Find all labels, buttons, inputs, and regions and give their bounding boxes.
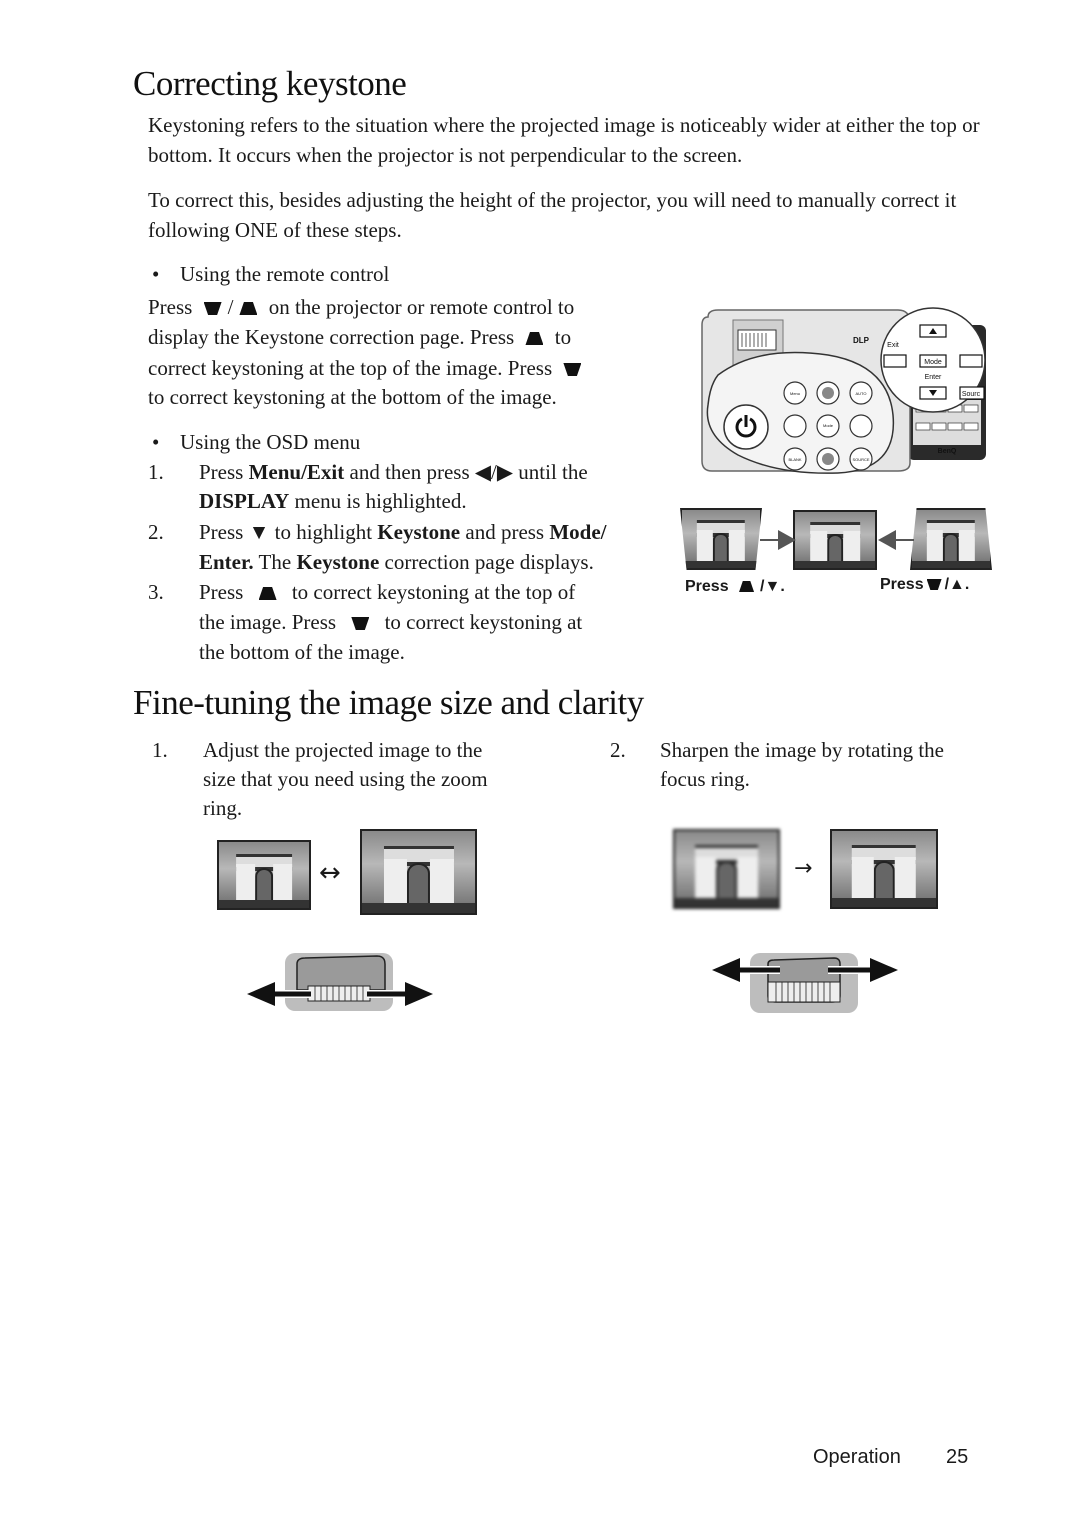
- zoom-step-line-2: size that you need using the zoom: [203, 767, 488, 791]
- remote-line-4: to correct keystoning at the bottom of t…: [148, 385, 557, 409]
- section-title-fine-tuning: Fine-tuning the image size and clarity: [133, 683, 644, 722]
- keystone-image-before-top: [680, 508, 762, 570]
- remote-line-2: display the Keystone correction page. Pr…: [148, 322, 571, 352]
- keystone-caption-right: Press /▲.: [880, 576, 969, 594]
- arrow-left-icon: [878, 530, 914, 550]
- text: Press: [199, 580, 244, 604]
- osd-step-3-line-3: the bottom of the image.: [199, 640, 405, 664]
- text: Press: [199, 460, 249, 484]
- text: to correct keystoning at: [384, 610, 583, 634]
- focus-image-sharp: [830, 829, 938, 909]
- keystone-item: Keystone: [377, 520, 461, 544]
- osd-step-2-line-2: Enter. The Keystone correction page disp…: [199, 547, 594, 577]
- footer-page-number: 25: [946, 1446, 969, 1468]
- remote-line-3: correct keystoning at the top of the ima…: [148, 353, 587, 383]
- osd-step-1-line-2: DISPLAY menu is highlighted.: [199, 486, 467, 516]
- text: menu is highlighted.: [289, 489, 467, 513]
- keystone-up-icon: [525, 332, 544, 345]
- svg-text:Enter: Enter: [925, 374, 942, 381]
- keystone-up-icon: [739, 581, 755, 592]
- text: to: [554, 325, 572, 349]
- zoom-image-large: [360, 829, 477, 915]
- text: Press: [685, 578, 729, 595]
- svg-text:Mode: Mode: [924, 359, 942, 366]
- focus-step-line-1: Sharpen the image by rotating the: [660, 738, 945, 762]
- osd-heading: Using the OSD menu: [180, 430, 361, 454]
- keystone-figure: [680, 508, 992, 578]
- projector-illustration: BenQ DLP Menu AUTO Mode BLANK SOURCE Mode Ent…: [701, 307, 986, 474]
- display-menu-name: DISPLAY: [199, 489, 290, 513]
- keystone-up-icon: [258, 587, 277, 600]
- text: Press: [880, 576, 924, 593]
- svg-text:AUTO: AUTO: [855, 391, 866, 396]
- keystone-caption-left: Press /▼.: [685, 578, 785, 596]
- remote-line-1: Press / on the projector or remote contr…: [148, 292, 574, 322]
- zoom-ring-illustration: [247, 953, 433, 1011]
- osd-step-3-line-2: the image. Press to correct keystoning a…: [199, 607, 582, 637]
- svg-text:DLP: DLP: [853, 336, 870, 345]
- text: and then press ◀/▶ until the: [344, 460, 588, 484]
- step-number: 1.: [148, 460, 164, 484]
- arrow-right-icon: [760, 530, 796, 550]
- focus-step-line-2: focus ring.: [660, 767, 750, 791]
- zoom-arrow-icon: ↔: [319, 858, 341, 888]
- text: the image. Press: [199, 610, 337, 634]
- keystone-item: Keystone: [296, 550, 380, 574]
- text: The: [253, 550, 297, 574]
- intro-paragraph-1: Keystoning refers to the situation where…: [148, 113, 980, 167]
- footer-section-name: Operation: [813, 1446, 901, 1468]
- bullet-remote: •: [152, 262, 160, 286]
- text: Press: [148, 295, 193, 319]
- step-number: 2.: [148, 520, 164, 544]
- projector-remote-figure: BenQ DLP Menu AUTO Mode BLANK SOURCE Mode Ent…: [698, 305, 990, 475]
- svg-text:Exit: Exit: [887, 342, 899, 349]
- intro-paragraph-2: To correct this, besides adjusting the h…: [148, 188, 957, 242]
- keystone-up-icon: [239, 302, 258, 315]
- bullet-osd: •: [152, 430, 160, 454]
- focus-image-blurry: [673, 829, 780, 909]
- text: correction page displays.: [379, 550, 594, 574]
- focus-arrow-icon: →: [794, 856, 813, 881]
- svg-text:BenQ: BenQ: [938, 448, 957, 455]
- zoom-step-line-3: ring.: [203, 796, 243, 820]
- osd-step-2: Press ▼ to highlight Keystone and press …: [199, 517, 607, 547]
- step-number: 3.: [148, 580, 164, 604]
- text: /: [227, 295, 234, 319]
- remote-heading: Using the remote control: [180, 262, 390, 286]
- step-number: 1.: [152, 738, 168, 762]
- osd-step-3: Press to correct keystoning at the top o…: [199, 577, 575, 607]
- svg-text:Mode: Mode: [823, 423, 834, 428]
- keystone-down-icon: [203, 302, 222, 315]
- svg-text:Sourc: Sourc: [962, 391, 981, 398]
- text: /▲.: [944, 576, 970, 593]
- keystone-down-icon: [351, 617, 370, 630]
- osd-step-1: Press Menu/Exit and then press ◀/▶ until…: [199, 457, 588, 487]
- svg-text:Menu: Menu: [790, 391, 800, 396]
- text: Press ▼ to highlight: [199, 520, 378, 544]
- menu-exit-key: Menu/Exit: [248, 460, 345, 484]
- keystone-image-corrected: [793, 510, 877, 570]
- text: correct keystoning at the top of the ima…: [148, 356, 553, 380]
- text: on the projector or remote control to: [268, 295, 575, 319]
- keystone-down-icon: [926, 579, 942, 590]
- text: and press: [460, 520, 550, 544]
- svg-text:BLANK: BLANK: [788, 457, 801, 462]
- focus-ring-illustration: [712, 953, 898, 1013]
- zoom-step-line-1: Adjust the projected image to the: [203, 738, 483, 762]
- text: /▼.: [760, 578, 785, 595]
- step-number: 2.: [610, 738, 626, 762]
- text: to correct keystoning at the top of: [291, 580, 576, 604]
- section-title-keystone: Correcting keystone: [133, 64, 407, 103]
- svg-text:SOURCE: SOURCE: [852, 457, 869, 462]
- text: display the Keystone correction page. Pr…: [148, 325, 515, 349]
- zoom-image-small: [217, 840, 311, 910]
- keystone-down-icon: [563, 363, 582, 376]
- mode-key: Mode/: [549, 520, 607, 544]
- enter-key: Enter.: [199, 550, 254, 574]
- keystone-image-before-bottom: [910, 508, 992, 570]
